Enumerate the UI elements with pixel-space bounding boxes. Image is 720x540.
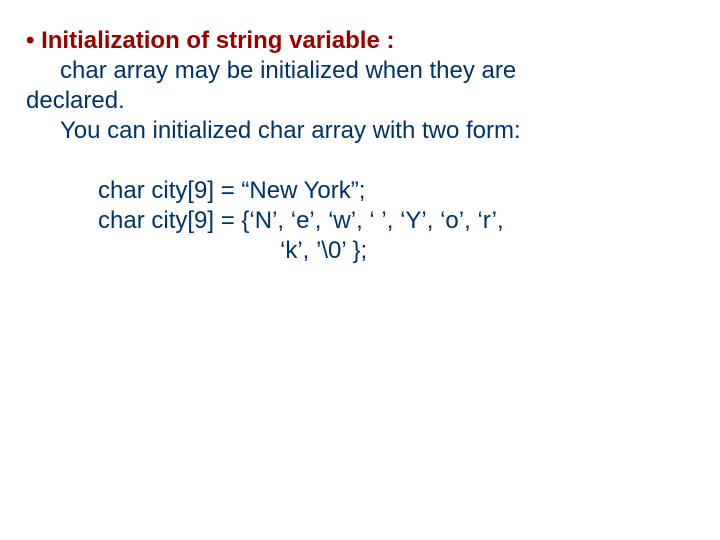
code-line-1: char city[9] = “New York”; xyxy=(26,176,694,206)
body-line-2: declared. xyxy=(26,86,694,116)
code-line-3: ‘k’, ’\0’ }; xyxy=(26,236,694,266)
bullet-icon: • xyxy=(26,27,34,54)
body-line-3: You can initialized char array with two … xyxy=(26,116,694,146)
code-block: char city[9] = “New York”; char city[9] … xyxy=(26,176,694,266)
body-line-1: char array may be initialized when they … xyxy=(26,56,694,86)
code-line-2: char city[9] = {‘N’, ‘e’, ‘w’, ‘ ’, ‘Y’,… xyxy=(26,206,694,236)
slide: • Initialization of string variable : ch… xyxy=(0,0,720,540)
heading-text: Initialization of string variable : xyxy=(41,27,394,54)
heading-row: • Initialization of string variable : xyxy=(26,26,694,56)
